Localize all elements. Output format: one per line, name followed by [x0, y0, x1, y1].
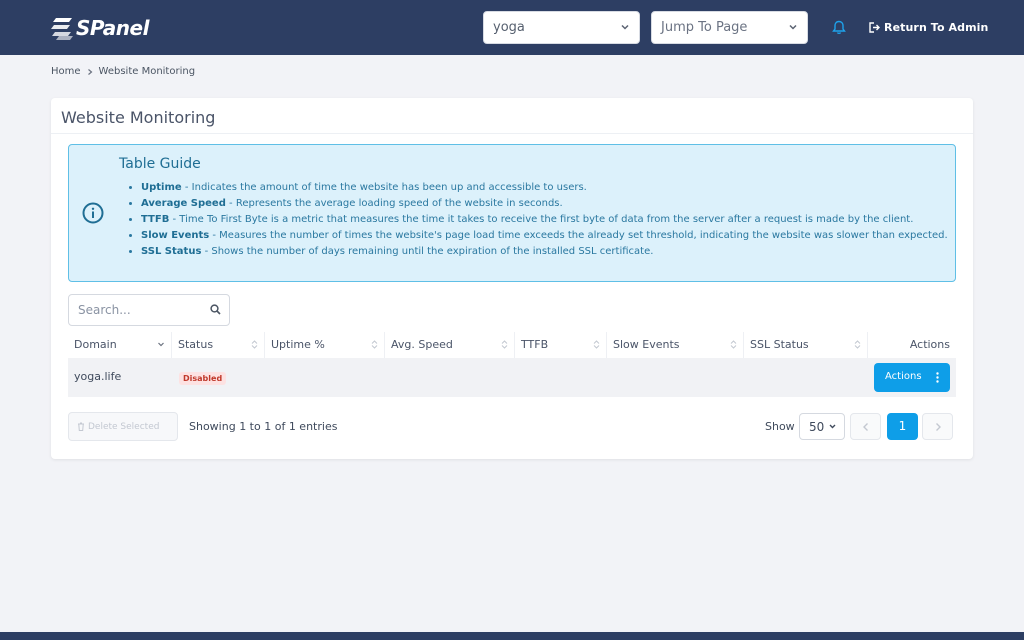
- pagination-page-1[interactable]: 1: [887, 413, 918, 440]
- guide-item-uptime: Uptime - Indicates the amount of time th…: [141, 180, 948, 196]
- chevron-down-icon: [789, 24, 797, 30]
- column-label: TTFB: [521, 338, 549, 351]
- column-header-ttfb[interactable]: TTFB: [515, 332, 607, 358]
- guide-item-slow-events: Slow Events - Measures the number of tim…: [141, 228, 948, 244]
- user-select[interactable]: yoga: [483, 11, 640, 44]
- guide-item-average-speed: Average Speed - Represents the average l…: [141, 196, 948, 212]
- table-guide-alert: Table Guide Uptime - Indicates the amoun…: [68, 144, 956, 282]
- guide-term: SSL Status: [141, 246, 202, 257]
- return-to-admin-link[interactable]: Return To Admin: [869, 21, 989, 34]
- guide-desc: - Represents the average loading speed o…: [225, 198, 563, 209]
- spanel-logo-icon: [51, 18, 73, 40]
- more-vertical-icon: [936, 372, 939, 383]
- guide-item-ssl-status: SSL Status - Shows the number of days re…: [141, 244, 948, 260]
- jump-to-page-placeholder: Jump To Page: [661, 20, 748, 35]
- sign-out-icon: [869, 22, 880, 33]
- sort-icon: [371, 340, 378, 349]
- column-label: Uptime %: [271, 338, 325, 351]
- guide-desc: - Time To First Byte is a metric that me…: [169, 214, 914, 225]
- guide-title: Table Guide: [119, 156, 201, 172]
- jump-to-page-select[interactable]: Jump To Page: [651, 11, 808, 44]
- page-size-select[interactable]: 50: [799, 413, 845, 440]
- page-title: Website Monitoring: [61, 108, 216, 127]
- page-size-value: 50: [809, 420, 825, 434]
- breadcrumb-current: Website Monitoring: [98, 66, 196, 77]
- monitoring-card: Website Monitoring Table Guide Uptime - …: [51, 98, 973, 459]
- bottom-bar: [0, 632, 1024, 640]
- column-label: Actions: [909, 338, 950, 351]
- domain-cell: yoga.life: [74, 370, 122, 383]
- search-icon: [210, 304, 221, 315]
- page-size-label: Show: [765, 420, 795, 433]
- entries-info: Showing 1 to 1 of 1 entries: [189, 420, 338, 433]
- sort-icon: [593, 340, 600, 349]
- guide-term: Uptime: [141, 182, 182, 193]
- column-label: Status: [178, 338, 214, 351]
- sort-desc-icon: [158, 342, 164, 347]
- guide-list: Uptime - Indicates the amount of time th…: [141, 180, 948, 260]
- sort-icon: [251, 340, 258, 349]
- trash-icon: [78, 422, 84, 431]
- top-navbar: SPanel yoga Jump To Page Return To Admin: [0, 0, 1024, 55]
- return-to-admin-label: Return To Admin: [884, 21, 989, 34]
- sort-icon: [854, 340, 861, 349]
- chevron-right-icon: [87, 68, 92, 75]
- table-row[interactable]: yoga.life Disabled Actions: [68, 358, 956, 397]
- info-icon: [82, 202, 104, 224]
- column-header-domain[interactable]: Domain: [68, 332, 172, 358]
- search-placeholder: Search...: [78, 303, 131, 317]
- breadcrumb: Home Website Monitoring: [51, 66, 195, 77]
- status-badge: Disabled: [179, 372, 227, 385]
- sort-icon: [501, 340, 508, 349]
- guide-desc: - Shows the number of days remaining unt…: [201, 246, 654, 257]
- guide-desc: - Indicates the amount of time the websi…: [181, 182, 587, 193]
- column-header-uptime[interactable]: Uptime %: [265, 332, 385, 358]
- search-input[interactable]: Search...: [68, 294, 230, 326]
- chevron-left-icon: [863, 423, 868, 431]
- chevron-down-icon: [829, 424, 836, 429]
- guide-item-ttfb: TTFB - Time To First Byte is a metric th…: [141, 212, 948, 228]
- guide-desc: - Measures the number of times the websi…: [209, 230, 948, 241]
- chevron-down-icon: [621, 24, 629, 30]
- delete-selected-label: Delete Selected: [88, 421, 160, 432]
- brand-name: SPanel: [76, 16, 149, 40]
- column-label: SSL Status: [750, 338, 809, 351]
- card-divider: [51, 133, 973, 134]
- column-header-avg-speed[interactable]: Avg. Speed: [385, 332, 515, 358]
- sort-icon: [730, 340, 737, 349]
- column-header-actions: Actions: [868, 332, 956, 358]
- delete-selected-button[interactable]: Delete Selected: [68, 412, 178, 441]
- table-header: Domain Status Uptime % Avg. Speed TTFB S…: [68, 332, 956, 358]
- column-header-slow-events[interactable]: Slow Events: [607, 332, 744, 358]
- bell-icon[interactable]: [832, 20, 846, 35]
- chevron-right-icon: [936, 423, 941, 431]
- user-select-value: yoga: [493, 20, 525, 35]
- guide-term: TTFB: [141, 214, 170, 225]
- column-header-ssl-status[interactable]: SSL Status: [744, 332, 868, 358]
- guide-term: Average Speed: [141, 198, 226, 209]
- column-label: Domain: [74, 338, 117, 351]
- guide-term: Slow Events: [141, 230, 210, 241]
- breadcrumb-home[interactable]: Home: [51, 66, 81, 77]
- column-label: Slow Events: [613, 338, 680, 351]
- actions-button-label: Actions: [885, 371, 922, 382]
- pagination-next-button[interactable]: [922, 413, 953, 440]
- column-header-status[interactable]: Status: [172, 332, 265, 358]
- column-label: Avg. Speed: [391, 338, 453, 351]
- actions-button[interactable]: Actions: [874, 363, 950, 392]
- pagination-prev-button[interactable]: [850, 413, 881, 440]
- brand-logo[interactable]: SPanel: [50, 14, 149, 42]
